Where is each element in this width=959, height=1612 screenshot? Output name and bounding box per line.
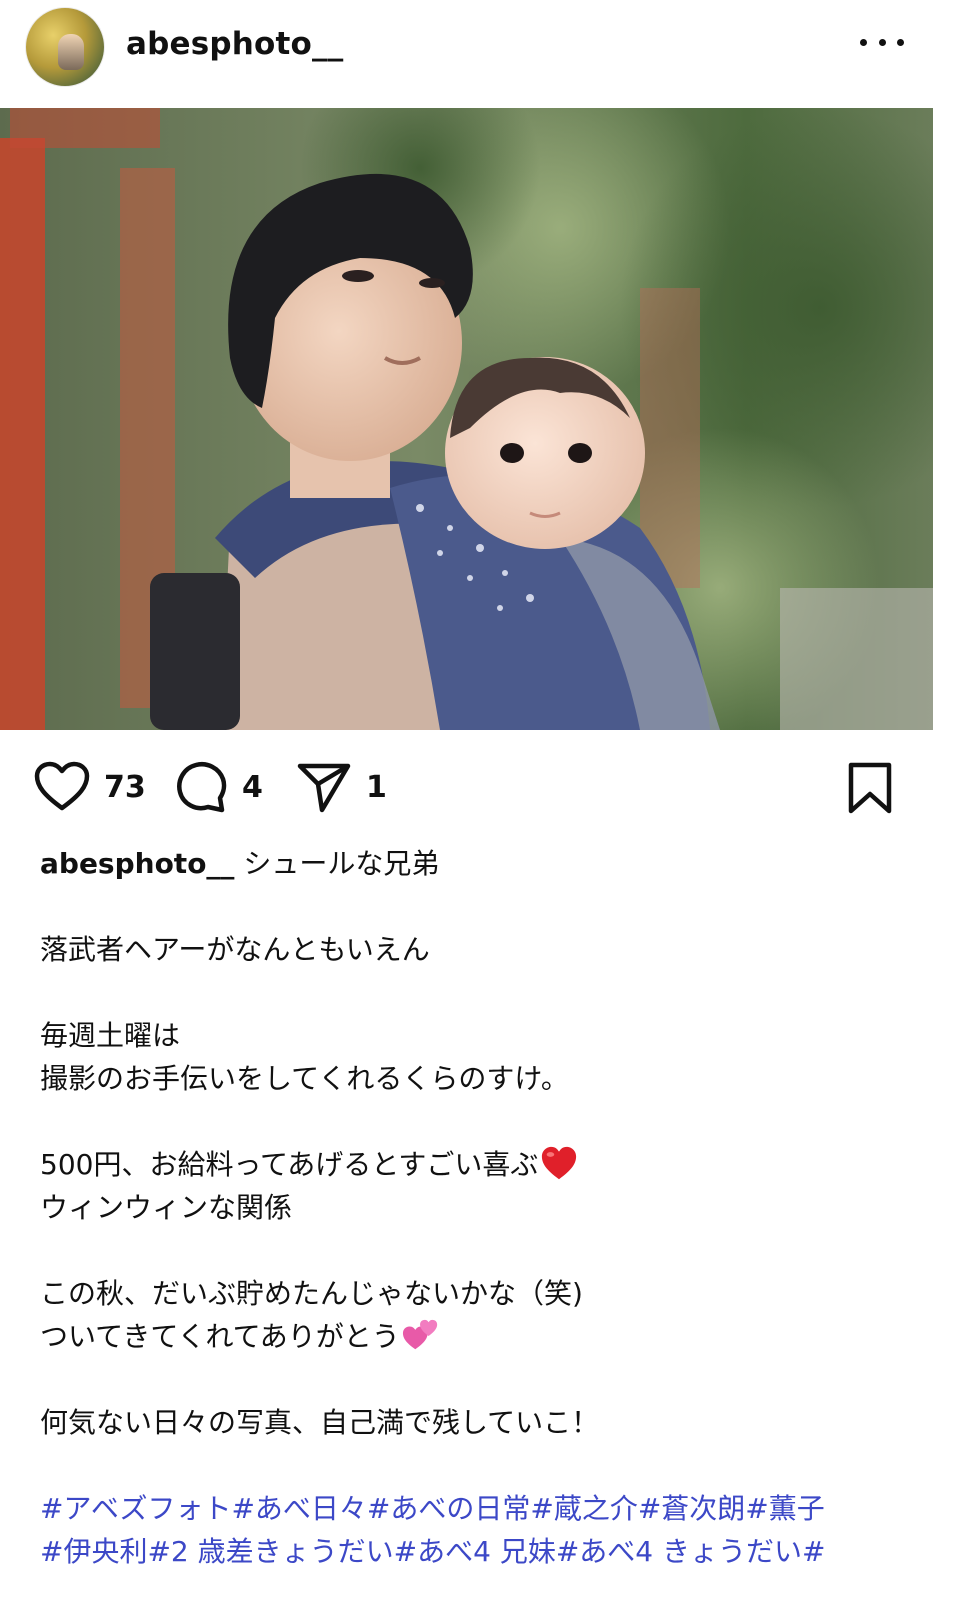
post-caption: abesphoto__ シュールな兄弟 落武者ヘアーがなんともいえん 毎週土曜は…: [40, 842, 920, 1573]
comment-bubble-icon: [177, 762, 227, 813]
caption-line-with-emoji: 500円、お給料ってあげるとすごい喜ぶ: [40, 1143, 920, 1186]
save-button[interactable]: [846, 761, 894, 819]
caption-text: ついてきてくれてありがとう: [40, 1320, 400, 1353]
red-heart-emoji: [542, 1146, 577, 1180]
caption-line: 落武者ヘアーがなんともいえん: [40, 933, 430, 966]
hashtag-block: #アベズフォト#あべ日々#あべの日常#蔵之介#蒼次朗#薫子 #伊央利#2 歳差き…: [40, 1487, 920, 1573]
like-button[interactable]: 73: [34, 755, 146, 819]
post-photo[interactable]: [0, 108, 933, 730]
caption-line: この秋、だいぶ貯めたんじゃないかな（笑): [40, 1277, 583, 1310]
more-dot: [878, 38, 886, 46]
caption-line: 撮影のお手伝いをしてくれるくらのすけ。: [40, 1062, 569, 1095]
post-actions: 73 4 1: [0, 755, 959, 825]
post-username[interactable]: abesphoto__: [126, 26, 343, 62]
bookmark-icon: [848, 762, 892, 814]
avatar[interactable]: [26, 8, 104, 86]
caption-username[interactable]: abesphoto__: [40, 847, 234, 880]
hashtag-line[interactable]: #アベズフォト#あべ日々#あべの日常#蔵之介#蒼次朗#薫子: [40, 1487, 920, 1530]
more-horizontal-icon[interactable]: [860, 30, 904, 54]
photo-illustration: [0, 108, 933, 730]
hashtag-line[interactable]: #伊央利#2 歳差きょうだい#あべ4 兄妹#あべ4 きょうだい#: [40, 1530, 920, 1573]
like-count[interactable]: 73: [104, 770, 146, 805]
caption-line: 何気ない日々の写真、自己満で残していこ！: [40, 1406, 600, 1439]
share-button[interactable]: 1: [296, 755, 387, 819]
comment-button[interactable]: 4: [174, 755, 263, 819]
caption-title: シュールな兄弟: [243, 847, 440, 880]
caption-line: 毎週土曜は: [40, 1019, 181, 1052]
caption-header: abesphoto__ シュールな兄弟: [40, 842, 920, 885]
more-dot: [897, 38, 904, 46]
share-count[interactable]: 1: [366, 770, 387, 805]
caption-text: 500円、お給料ってあげるとすごい喜ぶ: [40, 1148, 539, 1181]
two-hearts-emoji: [402, 1319, 437, 1350]
post-header: abesphoto__: [0, 0, 959, 110]
more-dot: [860, 38, 867, 46]
comment-count[interactable]: 4: [242, 770, 263, 805]
caption-line: ウィンウィンな関係: [40, 1191, 293, 1224]
paper-plane-icon: [297, 763, 351, 813]
heart-icon: [34, 761, 90, 811]
caption-line-with-emoji: ついてきてくれてありがとう: [40, 1315, 920, 1358]
avatar-photo: [58, 34, 84, 70]
